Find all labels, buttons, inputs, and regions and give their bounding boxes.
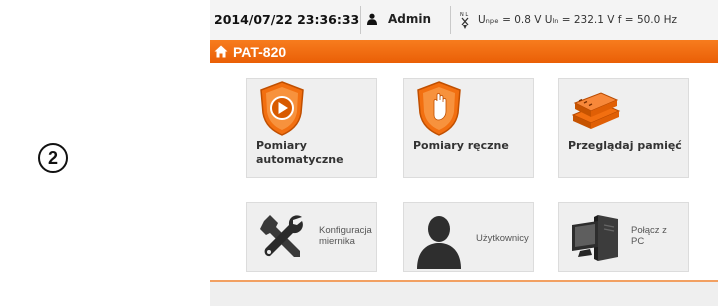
tools-icon [260, 215, 303, 257]
app-title: PAT-820 [233, 43, 287, 60]
tile-label-line1: Konfiguracja [319, 225, 372, 236]
tile-label-line1: Połącz z [631, 225, 667, 236]
voltage-values: Uₙₚₑ = 0.8 V Uₗₙ = 232.1 V f = 50.0 Hz [478, 14, 678, 26]
tile-label-line2: PC [631, 236, 645, 247]
user-icon [367, 13, 377, 25]
tile-label: Przeglądaj pamięć [568, 139, 682, 152]
tile-manual-measurements[interactable]: Pomiary ręczne [403, 78, 534, 178]
tile-automatic-measurements[interactable]: Pomiary automatyczne [246, 78, 377, 178]
step-marker: 2 [38, 143, 68, 173]
voltage-readout: N L Uₙₚₑ = 0.8 V Uₗₙ = 232.1 V f = 50.0 … [458, 10, 677, 30]
hand-shield-icon [417, 81, 461, 136]
computer-icon [572, 215, 618, 261]
tile-connect-pc[interactable]: Połącz z PC [558, 202, 689, 272]
tile-label-line2: miernika [319, 236, 355, 247]
datetime: 2014/07/22 23:36:33 [214, 12, 360, 27]
tile-browse-memory[interactable]: Przeglądaj pamięć [558, 78, 689, 178]
status-divider [360, 6, 361, 34]
memory-stack-icon [571, 92, 621, 129]
svg-text:N L: N L [460, 12, 468, 18]
user-name: Admin [388, 12, 432, 26]
status-bar: 2014/07/22 23:36:33 Admin N L Uₙₚₑ = 0.8… [210, 0, 718, 40]
footer-bar [210, 282, 718, 306]
plug-n-l-icon: N L [460, 12, 469, 29]
user-block[interactable]: Admin [366, 12, 431, 26]
play-shield-icon [260, 81, 304, 136]
user-silhouette-icon [417, 216, 461, 269]
tile-label-line1: Użytkownicy [476, 233, 529, 244]
tile-label: Pomiary automatyczne [256, 139, 344, 166]
app-title-bar: PAT-820 [210, 40, 718, 63]
device-screen: 2014/07/22 23:36:33 Admin N L Uₙₚₑ = 0.8… [210, 0, 718, 306]
tile-users[interactable]: Użytkownicy [403, 202, 534, 272]
status-divider [450, 6, 451, 34]
tile-meter-configuration[interactable]: Konfiguracja miernika [246, 202, 377, 272]
tile-label: Pomiary ręczne [413, 139, 509, 152]
home-icon[interactable] [214, 45, 228, 58]
